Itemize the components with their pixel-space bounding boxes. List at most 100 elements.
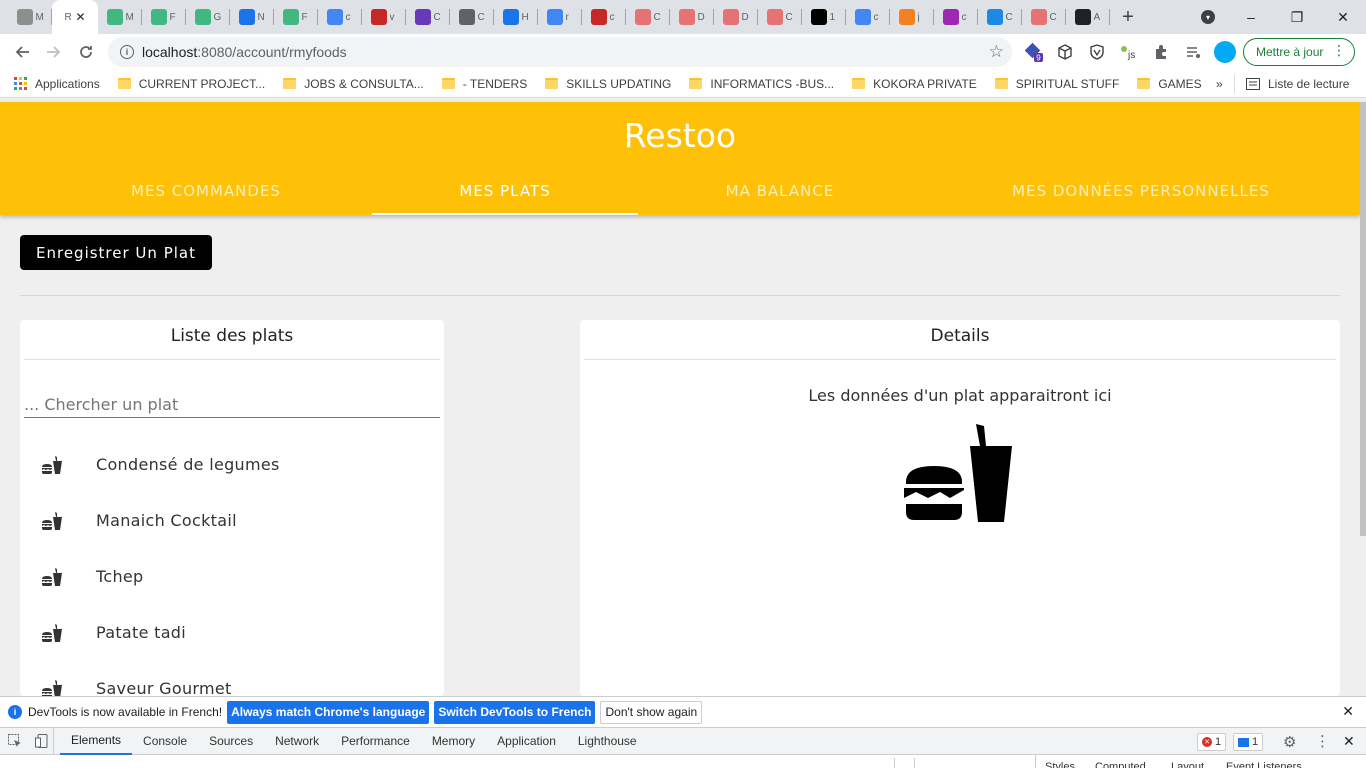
bookmarks-overflow-button[interactable]: » — [1210, 70, 1229, 98]
error-count-badge[interactable]: ✕ 1 — [1197, 733, 1227, 751]
dish-list-item[interactable]: Tchep — [20, 550, 444, 606]
new-tab-button[interactable]: + — [1116, 0, 1140, 34]
devtools-tab-memory[interactable]: Memory — [421, 728, 486, 755]
browser-tab[interactable]: R ✕ — [52, 0, 98, 34]
styles-pane-tab[interactable]: Computed — [1095, 761, 1146, 768]
bookmark-label: Applications — [35, 76, 100, 91]
bookmark-folder[interactable]: JOBS & CONSULTA... — [277, 70, 430, 98]
browser-tab[interactable]: c — [582, 0, 626, 34]
settings-gear-icon[interactable]: ⚙ — [1283, 733, 1296, 751]
tab-mes-plats[interactable]: MES PLATS — [372, 174, 638, 215]
browser-tab[interactable]: C — [450, 0, 494, 34]
switch-language-button[interactable]: Switch DevTools to French — [434, 700, 596, 724]
close-devtools-icon[interactable]: ✕ — [1343, 733, 1355, 750]
browser-tab[interactable]: M — [8, 0, 52, 34]
address-bar[interactable]: i localhost:8080/account/rmyfoods ☆ — [108, 37, 1012, 67]
tab-title: c — [345, 11, 351, 23]
dont-show-again-button[interactable]: Don't show again — [600, 700, 703, 724]
profile-avatar[interactable] — [1214, 41, 1236, 63]
browser-tab[interactable]: M — [98, 0, 142, 34]
devtools-tab-bar: Elements Console Sources Network Performance… — [0, 727, 1366, 755]
tab-ma-balance[interactable]: MA BALANCE — [638, 174, 922, 215]
devtools-tab-sources[interactable]: Sources — [198, 728, 264, 755]
device-toolbar-button[interactable] — [30, 727, 54, 755]
devtools-tab-lighthouse[interactable]: Lighthouse — [567, 728, 648, 755]
bookmark-folder[interactable]: SKILLS UPDATING — [539, 70, 677, 98]
browser-tab[interactable]: N — [230, 0, 274, 34]
browser-tab[interactable]: C — [758, 0, 802, 34]
maximize-button[interactable]: ❐ — [1274, 0, 1320, 34]
update-label: Mettre à jour — [1256, 45, 1324, 59]
browser-tab[interactable]: H — [494, 0, 538, 34]
extension-icon-cube[interactable] — [1054, 41, 1076, 63]
message-count-badge[interactable]: 1 — [1233, 733, 1264, 751]
close-tab-icon[interactable]: ✕ — [75, 10, 85, 24]
browser-tab[interactable]: C — [626, 0, 670, 34]
browser-tab[interactable]: c — [318, 0, 362, 34]
dish-search-input[interactable] — [24, 386, 440, 418]
browser-tab[interactable]: r — [538, 0, 582, 34]
reading-list-link[interactable]: Liste de lecture — [1240, 70, 1355, 98]
devtools-tab-performance[interactable]: Performance — [330, 728, 421, 755]
reload-button[interactable] — [70, 36, 102, 68]
extension-icon-purple[interactable]: 9 — [1023, 41, 1045, 63]
devtools-menu-icon[interactable]: ⋮ — [1315, 732, 1330, 750]
browser-tab[interactable]: C — [978, 0, 1022, 34]
tab-title: C — [785, 11, 793, 23]
bookmark-folder[interactable]: GAMES — [1131, 70, 1207, 98]
inspect-element-button[interactable] — [0, 728, 30, 755]
devtools-tab-console[interactable]: Console — [132, 728, 198, 755]
bookmark-folder[interactable]: CURRENT PROJECT... — [112, 70, 271, 98]
tab-title: C — [653, 11, 661, 23]
dish-list-item[interactable]: Saveur Gourmet — [20, 662, 444, 696]
browser-tab[interactable]: C — [406, 0, 450, 34]
minimize-button[interactable]: – — [1228, 0, 1274, 34]
devtools-tab-application[interactable]: Application — [486, 728, 567, 755]
devtools-tab-elements[interactable]: Elements — [60, 728, 133, 755]
page-scrollbar[interactable] — [1360, 102, 1366, 536]
browser-tab[interactable]: C — [1022, 0, 1066, 34]
browser-tab[interactable]: D — [670, 0, 714, 34]
bookmark-folder[interactable]: - TENDERS — [436, 70, 533, 98]
browser-tab[interactable]: A — [1066, 0, 1110, 34]
browser-tab[interactable]: G — [186, 0, 230, 34]
browser-tab[interactable]: 1 — [802, 0, 846, 34]
close-infobar-icon[interactable]: ✕ — [1342, 703, 1354, 720]
match-language-button[interactable]: Always match Chrome's language — [227, 700, 430, 724]
styles-pane-tab[interactable]: Styles — [1045, 761, 1075, 768]
bookmark-folder[interactable]: KOKORA PRIVATE — [846, 70, 983, 98]
browser-tab[interactable]: j — [890, 0, 934, 34]
browser-tab[interactable]: c — [934, 0, 978, 34]
back-button[interactable] — [6, 36, 38, 68]
styles-pane-tab[interactable]: Event Listeners — [1226, 761, 1302, 768]
register-dish-button[interactable]: Enregistrer Un Plat — [20, 235, 212, 270]
extensions-button[interactable] — [1150, 41, 1172, 63]
browser-tab[interactable]: D — [714, 0, 758, 34]
browser-tab[interactable]: F — [142, 0, 186, 34]
close-window-button[interactable]: ✕ — [1320, 0, 1366, 34]
tab-favicon-icon — [854, 9, 871, 25]
bookmark-star-icon[interactable]: ☆ — [989, 42, 1004, 62]
tab-search-button[interactable]: ▾ — [1188, 0, 1228, 34]
dish-list-item[interactable]: Patate tadi — [20, 606, 444, 662]
forward-button[interactable] — [38, 36, 70, 68]
browser-tab[interactable]: c — [846, 0, 890, 34]
devtools-tab-network[interactable]: Network — [264, 728, 330, 755]
styles-pane-tab[interactable]: Layout — [1171, 761, 1204, 768]
extension-icon-nodejs[interactable]: js — [1118, 41, 1140, 63]
media-queue-icon — [1187, 47, 1200, 58]
browser-tab[interactable]: v — [362, 0, 406, 34]
tab-mes-donnees-personnelles[interactable]: MES DONNÉES PERSONNELLES — [922, 174, 1360, 215]
tab-title: c — [609, 11, 615, 23]
extension-icon-vue[interactable] — [1086, 41, 1108, 63]
dish-list-item[interactable]: Condensé de legumes — [20, 438, 444, 494]
dish-list-item[interactable]: Manaich Cocktail — [20, 494, 444, 550]
tab-mes-commandes[interactable]: MES COMMANDES — [40, 174, 372, 215]
reading-list-button[interactable] — [1182, 41, 1204, 63]
bookmark-apps[interactable]: Applications — [8, 70, 106, 98]
browser-tab[interactable]: F — [274, 0, 318, 34]
bookmark-folder[interactable]: INFORMATICS -BUS... — [683, 70, 840, 98]
bookmark-folder[interactable]: SPIRITUAL STUFF — [989, 70, 1126, 98]
update-chrome-button[interactable]: Mettre à jour ⋮ — [1243, 38, 1355, 66]
site-info-icon[interactable]: i — [120, 45, 134, 59]
